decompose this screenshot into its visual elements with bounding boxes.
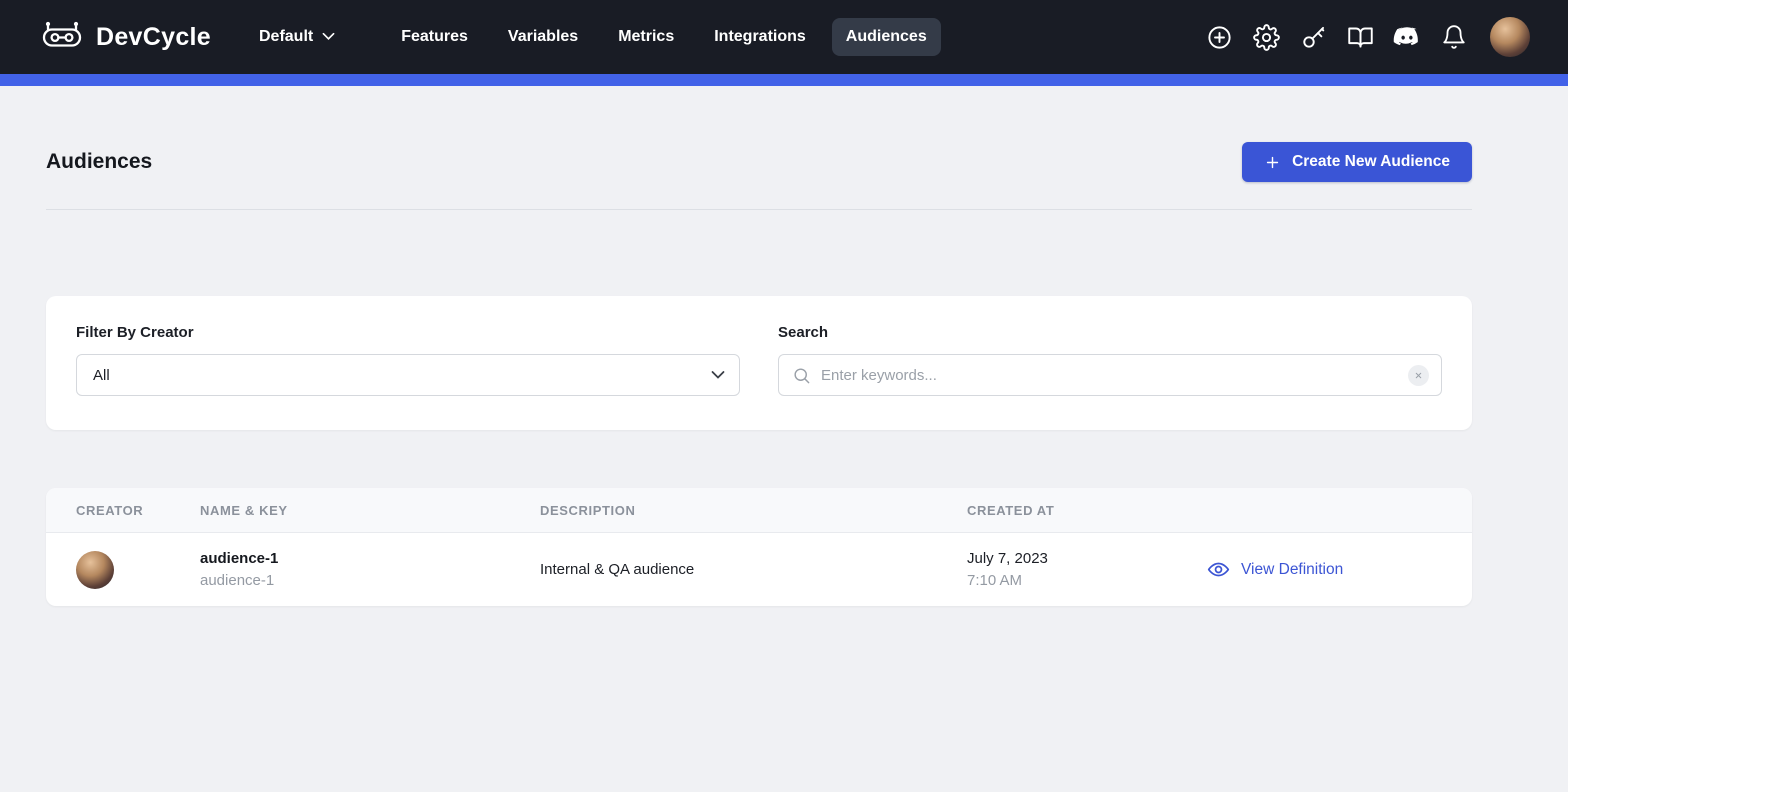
creator-filter-group: Filter By Creator All <box>76 324 740 396</box>
api-key-icon[interactable] <box>1298 22 1328 52</box>
audience-name: audience-1 <box>200 550 540 567</box>
table-row: audience-1 audience-1 Internal & QA audi… <box>46 533 1472 606</box>
chevron-down-icon <box>711 371 725 380</box>
discord-icon[interactable] <box>1392 22 1422 52</box>
top-nav: DevCycle Default Features Variables Metr… <box>0 0 1568 74</box>
create-new-audience-label: Create New Audience <box>1292 153 1450 171</box>
brand-name: DevCycle <box>96 23 211 52</box>
search-group: Search <box>778 324 1442 396</box>
main-content: Audiences Create New Audience Filter By … <box>0 86 1568 792</box>
audiences-table: CREATOR NAME & KEY DESCRIPTION CREATED A… <box>46 488 1472 606</box>
creator-filter-label: Filter By Creator <box>76 324 740 341</box>
audience-key: audience-1 <box>200 572 540 589</box>
nav-item-variables[interactable]: Variables <box>494 18 592 56</box>
nav-item-audiences[interactable]: Audiences <box>832 18 941 56</box>
header-divider <box>46 209 1472 210</box>
nav-item-metrics[interactable]: Metrics <box>604 18 688 56</box>
plus-icon <box>1264 154 1281 171</box>
search-input[interactable] <box>821 367 1398 384</box>
creator-filter-value: All <box>93 367 110 384</box>
project-selector-dropdown[interactable]: Default <box>259 28 335 46</box>
search-box <box>778 354 1442 396</box>
column-header-created-at: CREATED AT <box>967 503 1207 518</box>
creator-cell <box>76 551 200 589</box>
notifications-bell-icon[interactable] <box>1439 22 1469 52</box>
creator-filter-select[interactable]: All <box>76 354 740 396</box>
accent-bar <box>0 74 1568 86</box>
table-header-row: CREATOR NAME & KEY DESCRIPTION CREATED A… <box>46 488 1472 533</box>
description-cell: Internal & QA audience <box>540 561 967 578</box>
nav-links: Features Variables Metrics Integrations … <box>387 18 941 56</box>
created-time: 7:10 AM <box>967 572 1207 589</box>
settings-gear-icon[interactable] <box>1251 22 1281 52</box>
created-at-cell: July 7, 2023 7:10 AM <box>967 550 1207 589</box>
create-new-audience-button[interactable]: Create New Audience <box>1242 142 1472 182</box>
view-definition-label: View Definition <box>1241 561 1343 579</box>
actions-cell: View Definition <box>1207 558 1472 581</box>
view-definition-link[interactable]: View Definition <box>1207 558 1472 581</box>
search-label: Search <box>778 324 1442 341</box>
nav-item-features[interactable]: Features <box>387 18 482 56</box>
name-key-cell: audience-1 audience-1 <box>200 550 540 589</box>
page-header: Audiences Create New Audience <box>46 86 1472 182</box>
search-icon <box>792 366 811 385</box>
nav-item-integrations[interactable]: Integrations <box>700 18 820 56</box>
filter-card: Filter By Creator All Search <box>46 296 1472 430</box>
docs-book-icon[interactable] <box>1345 22 1375 52</box>
nav-right-icons <box>1204 17 1530 57</box>
add-circle-icon[interactable] <box>1204 22 1234 52</box>
devcycle-brand[interactable]: DevCycle <box>40 19 211 55</box>
creator-avatar <box>76 551 114 589</box>
devcycle-robot-logo-icon <box>40 19 84 55</box>
project-selector-label: Default <box>259 28 313 46</box>
column-header-creator: CREATOR <box>76 503 200 518</box>
column-header-name-key: NAME & KEY <box>200 503 540 518</box>
chevron-down-icon <box>322 28 335 46</box>
app-window: DevCycle Default Features Variables Metr… <box>0 0 1568 792</box>
clear-search-icon[interactable] <box>1408 365 1429 386</box>
page-title: Audiences <box>46 150 152 174</box>
created-date: July 7, 2023 <box>967 550 1207 567</box>
user-avatar[interactable] <box>1490 17 1530 57</box>
eye-icon <box>1207 558 1230 581</box>
column-header-description: DESCRIPTION <box>540 503 967 518</box>
